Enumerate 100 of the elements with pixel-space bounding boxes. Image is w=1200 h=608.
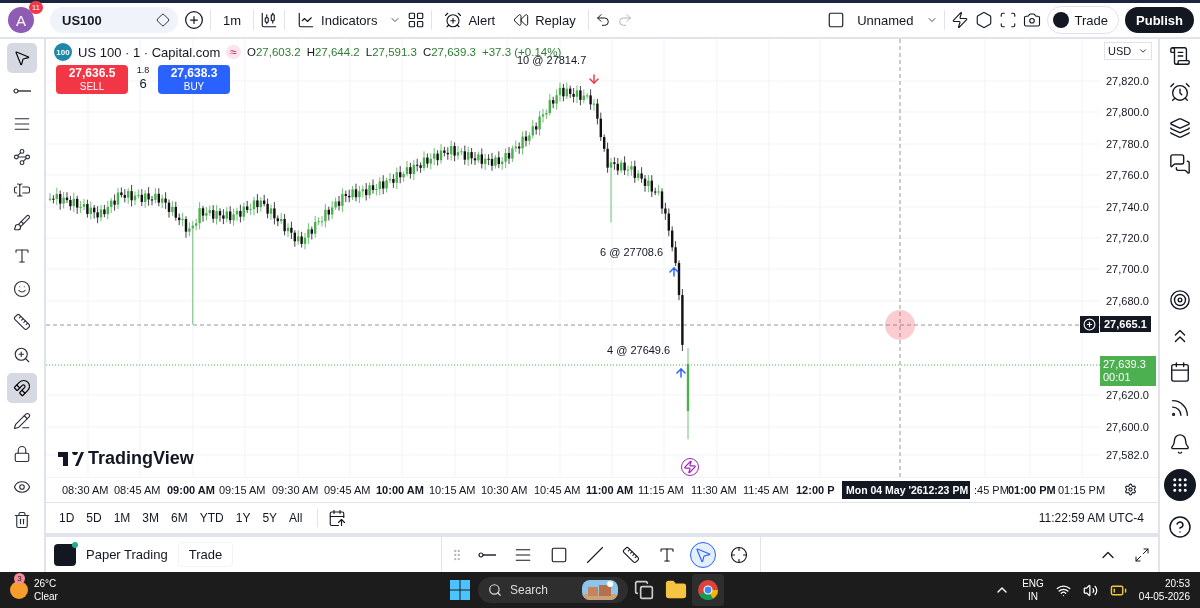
time-label: 10:30 AM (481, 484, 528, 497)
spread-value: 1.8 (136, 65, 150, 76)
range-button[interactable]: 1D (54, 507, 80, 528)
layers-icon[interactable] (1169, 117, 1191, 140)
layout-icon[interactable] (827, 11, 846, 29)
crosshair-price: 27,665.1 (1100, 316, 1151, 333)
pattern-icon (13, 148, 31, 167)
alarm-icon[interactable] (1169, 81, 1191, 104)
add-symbol-icon[interactable] (184, 10, 204, 30)
crosshair-marker (885, 310, 915, 341)
time-label: 08:45 AM (114, 484, 161, 497)
clock-time[interactable]: 20:53 (1164, 577, 1190, 590)
price-label: 27,780.0 (1106, 138, 1149, 151)
pencil-icon (13, 412, 31, 431)
time-label: 11:45 AM (743, 484, 789, 497)
price-label: 27,800.0 (1106, 106, 1149, 119)
rewind-icon (513, 12, 530, 28)
diamond-icon[interactable] (156, 13, 170, 27)
apps-button[interactable] (1164, 469, 1196, 502)
layout-name-button[interactable]: Unnamed (851, 5, 920, 35)
panel-tab[interactable]: Paper Trading (84, 543, 170, 567)
crosshair-time: Mon 04 May '2612:23 PM (842, 481, 970, 500)
time-label: 11:00 AM (586, 484, 634, 497)
range-button[interactable]: All (284, 507, 308, 528)
line-icon (478, 551, 496, 558)
clock-date[interactable]: 04-05-2026 (1138, 590, 1190, 603)
symbol-search-field[interactable]: US100 (50, 7, 178, 33)
range-button[interactable]: 6M (166, 507, 193, 528)
zoom-in-icon (13, 346, 31, 365)
range-button[interactable]: 3M (137, 507, 165, 528)
price-label: 27,760.0 (1106, 169, 1149, 182)
sell-button[interactable]: 27,636.5 SELL (56, 65, 128, 95)
volume-icon[interactable] (1082, 582, 1098, 598)
approx-badge: ≈ (226, 45, 241, 60)
currency-dropdown[interactable]: USD (1104, 42, 1152, 61)
tradingview-logo-icon (54, 543, 76, 566)
indicators-button[interactable]: Indicators (291, 5, 384, 35)
price-label: 27,680.0 (1106, 295, 1149, 308)
trade-label: 6 @ 27708.6 (600, 246, 664, 259)
trade-label: 4 @ 27649.6 (607, 344, 671, 357)
target-icon[interactable] (1169, 289, 1191, 312)
browser-icon[interactable] (692, 574, 724, 606)
chart-icon (297, 11, 316, 29)
trend-line-icon (586, 545, 604, 564)
taskbar-search-field[interactable]: Search (478, 577, 628, 603)
start-icon[interactable] (450, 580, 470, 600)
language-text[interactable]: ENG (1022, 577, 1044, 590)
alarm-clock-icon (444, 11, 463, 29)
ruler-icon (13, 313, 31, 332)
replay-button[interactable]: Replay (507, 5, 582, 35)
time-label: 01:15 PM (1058, 484, 1106, 497)
bell-icon[interactable] (1169, 433, 1191, 456)
calendar-icon[interactable] (328, 508, 347, 527)
price-label: 27,600.0 (1106, 421, 1149, 434)
chat-icon[interactable] (1169, 153, 1191, 176)
range-button[interactable]: YTD (194, 507, 229, 528)
alert-button[interactable]: Alert (438, 5, 502, 35)
help-icon[interactable] (1168, 515, 1192, 540)
region-text[interactable]: IN (1028, 590, 1038, 603)
templates-icon[interactable] (407, 11, 426, 29)
buy-button[interactable]: 27,638.3 BUY (158, 65, 230, 95)
range-button[interactable]: 5Y (257, 507, 283, 528)
clock-text: 11:22:59 AM UTC-4 (1038, 510, 1144, 525)
weather-icon[interactable] (10, 581, 28, 599)
price-label: 27,720.0 (1106, 232, 1149, 245)
watermark-text: TradingView (88, 448, 194, 470)
tradingview-logo-icon (58, 451, 84, 466)
quantity-value[interactable]: 6 (139, 76, 147, 92)
time-label: 09:45 AM (324, 484, 371, 497)
range-button[interactable]: 1Y (230, 507, 256, 528)
camera-icon[interactable] (1022, 11, 1041, 29)
fullscreen-icon[interactable] (998, 11, 1017, 29)
cursor-icon (694, 545, 712, 564)
time-label: 09:30 AM (272, 484, 319, 497)
time-label: 10:00 AM (376, 484, 424, 497)
panel-tab[interactable]: Trade (177, 542, 234, 568)
time-label: :45 PM (974, 484, 1009, 497)
watchlist-icon[interactable] (1169, 45, 1191, 68)
range-button[interactable]: 1M (108, 507, 136, 528)
time-label: 11:30 AM (691, 484, 737, 497)
lock-icon (13, 445, 31, 464)
quick-search-icon[interactable] (950, 11, 969, 29)
settings-icon[interactable] (1124, 483, 1137, 497)
candles-icon[interactable] (260, 11, 279, 29)
maximize-icon[interactable] (1134, 546, 1150, 563)
undo-icon[interactable] (594, 12, 611, 28)
drawing-tool[interactable] (7, 373, 37, 404)
text-icon (13, 247, 31, 266)
settings-icon[interactable] (974, 11, 993, 29)
temperature-text: 26°C (34, 577, 57, 590)
calendar-icon[interactable] (1169, 361, 1191, 384)
interval-button[interactable]: 1m (217, 5, 248, 35)
publish-button[interactable]: Publish (1125, 7, 1194, 33)
price-label: 27,582.0 (1106, 449, 1149, 462)
rectangle-icon (550, 545, 568, 564)
text-lines-icon (13, 181, 31, 200)
drawing-tool[interactable] (7, 43, 37, 74)
wifi-icon[interactable] (1055, 582, 1071, 598)
add-order-icon[interactable] (1080, 316, 1099, 334)
range-button[interactable]: 5D (81, 507, 107, 528)
